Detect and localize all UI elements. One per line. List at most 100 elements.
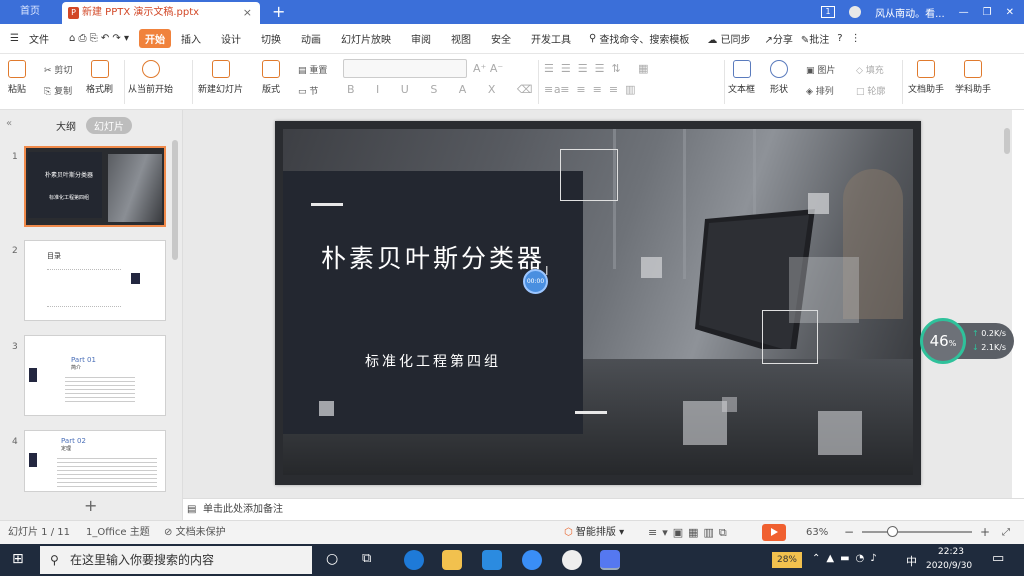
slide-thumbnail-4[interactable]: Part 02 定理: [24, 430, 166, 492]
new-tab-button[interactable]: +: [272, 0, 285, 24]
zoom-out-button[interactable]: −: [844, 521, 854, 544]
text-format-buttons[interactable]: B I U S A X ⌫ a: [347, 83, 570, 96]
menu-start[interactable]: 开始: [139, 29, 171, 48]
picture-button[interactable]: ▣ 图片: [806, 63, 835, 76]
menu-transition[interactable]: 切换: [251, 31, 291, 46]
thumb-subtitle: 定理: [61, 446, 72, 452]
paste-button[interactable]: 粘贴: [8, 60, 26, 95]
section-button[interactable]: ▭ 节: [298, 84, 318, 97]
fit-window-icon[interactable]: ⤢: [1002, 521, 1010, 544]
doc-assistant-button[interactable]: 文档助手: [908, 60, 944, 95]
reset-button[interactable]: ▤ 重置: [298, 63, 327, 76]
ime-indicator[interactable]: 中: [906, 553, 917, 569]
taskbar-search[interactable]: ⚲ 在这里输入你要搜索的内容: [40, 546, 312, 574]
upload-arrow-icon: ↑: [972, 329, 979, 338]
canvas-scrollbar[interactable]: [1004, 128, 1010, 154]
clock-date[interactable]: 2020/9/30: [926, 561, 972, 571]
download-speed: 2.1K/s: [981, 343, 1007, 352]
slide-count: 幻灯片 1 / 11: [8, 527, 70, 538]
smart-layout-button[interactable]: ⬡ 智能排版 ▾: [564, 521, 624, 544]
wps-icon[interactable]: [600, 550, 620, 570]
comment-button[interactable]: ✎批注: [797, 31, 833, 46]
cut-button[interactable]: ✂ 剪切: [44, 63, 72, 76]
window-layout-icon[interactable]: 1: [821, 6, 836, 18]
panel-scrollbar[interactable]: [172, 140, 178, 260]
menu-security[interactable]: 安全: [481, 31, 521, 46]
font-size-buttons[interactable]: A⁺ A⁻: [473, 62, 503, 75]
sync-button[interactable]: ☁ 已同步: [697, 31, 760, 46]
copy-button[interactable]: ⎘ 复制: [44, 84, 72, 97]
zoom-level[interactable]: 63%: [806, 521, 828, 544]
slide-thumbnail-1[interactable]: 朴素贝叶斯分类器 标准化工程第四组: [24, 146, 166, 227]
shape-button[interactable]: 形状: [770, 60, 788, 95]
font-family-select[interactable]: [343, 59, 467, 78]
layout-button[interactable]: 版式: [262, 60, 280, 95]
cortana-icon[interactable]: ○: [326, 551, 338, 567]
notification-icon[interactable]: ▭: [992, 551, 1004, 566]
arrange-button[interactable]: ◈ 排列: [806, 84, 834, 97]
menu-slideshow[interactable]: 幻灯片放映: [331, 31, 401, 46]
more-icon[interactable]: ⋮: [847, 33, 865, 44]
avatar[interactable]: [849, 6, 862, 18]
help-icon[interactable]: ?: [833, 33, 846, 44]
tab-document[interactable]: P 新建 PPTX 演示文稿.pptx ×: [62, 2, 260, 24]
search-icon: ⚲: [589, 33, 597, 44]
format-painter-button[interactable]: 格式刷: [86, 60, 113, 95]
add-slide-button[interactable]: +: [84, 496, 97, 515]
menu-animation[interactable]: 动画: [291, 31, 331, 46]
notes-area[interactable]: ▤ 单击此处添加备注: [183, 498, 1024, 520]
battery-widget[interactable]: 28%: [772, 552, 802, 568]
restore-icon[interactable]: ❐: [983, 7, 992, 18]
hamburger-icon[interactable]: ☰: [0, 33, 29, 44]
outline-button[interactable]: □ 轮廓: [856, 84, 885, 97]
fill-button[interactable]: ◇ 填充: [856, 63, 884, 76]
paragraph-buttons[interactable]: ☰☰☰☰⇅ ▦: [544, 62, 656, 75]
tab-home[interactable]: 首页: [0, 0, 60, 24]
network-speed-widget[interactable]: ↑ 0.2K/s ↓ 2.1K/s 46%: [920, 318, 1015, 364]
menu-file[interactable]: 文件: [29, 31, 59, 46]
windows-start-icon[interactable]: ⊞: [12, 551, 24, 567]
menu-design[interactable]: 设计: [211, 31, 251, 46]
align-buttons[interactable]: ≡≡≡≡≡▥: [544, 83, 642, 96]
task-view-icon[interactable]: ⧉: [362, 551, 371, 566]
close-tab-icon[interactable]: ×: [243, 2, 252, 24]
minimize-icon[interactable]: —: [959, 7, 969, 18]
menu-insert[interactable]: 插入: [171, 31, 211, 46]
textbox-button[interactable]: 文本框: [728, 60, 755, 95]
menu-view[interactable]: 视图: [441, 31, 481, 46]
zoom-slider[interactable]: [862, 531, 972, 533]
menu-review[interactable]: 审阅: [401, 31, 441, 46]
menu-developer[interactable]: 开发工具: [521, 31, 581, 46]
tab-outline[interactable]: 大纲: [56, 118, 76, 133]
study-assistant-button[interactable]: 学科助手: [955, 60, 991, 95]
app-icon-2[interactable]: [562, 550, 582, 570]
mail-icon[interactable]: [482, 550, 502, 570]
play-slideshow-button[interactable]: [762, 524, 786, 541]
slide-canvas[interactable]: 朴素贝叶斯分类器 标准化工程第四组 00:00 I: [275, 121, 921, 485]
slide-thumbnail-2[interactable]: 目录: [24, 240, 166, 321]
share-button[interactable]: ↗分享: [761, 31, 797, 46]
from-current-button[interactable]: 从当前开始: [128, 60, 173, 95]
slide-subtitle[interactable]: 标准化工程第四组: [283, 351, 583, 371]
tab-slides[interactable]: 幻灯片: [86, 117, 132, 134]
thumb-title: 目录: [47, 252, 61, 260]
quick-access-icons[interactable]: ⌂ ⎙ ⎘ ↶ ↷ ▾: [59, 33, 139, 44]
app-icon[interactable]: [522, 550, 542, 570]
user-name[interactable]: 风从南动。看...: [875, 5, 945, 20]
close-window-icon[interactable]: ✕: [1006, 7, 1014, 18]
study-icon: [964, 60, 982, 78]
zoom-in-button[interactable]: +: [980, 521, 990, 544]
command-search[interactable]: ⚲ 查找命令、搜索模板: [581, 31, 697, 46]
file-explorer-icon[interactable]: [442, 550, 462, 570]
clock-time[interactable]: 22:23: [938, 547, 964, 557]
protection-status[interactable]: ⊘ 文档未保护: [164, 521, 226, 544]
zoom-slider-handle[interactable]: [887, 526, 898, 537]
slide-thumbnail-3[interactable]: Part 01 简介: [24, 335, 166, 416]
title-panel: 朴素贝叶斯分类器 标准化工程第四组 00:00: [283, 171, 583, 434]
view-mode-buttons[interactable]: ≡▾▣▦▥⧉: [648, 521, 732, 544]
accent-dash: [311, 203, 343, 206]
tray-icons[interactable]: ⌃▲▬◔♪: [812, 553, 883, 564]
collapse-panel-icon[interactable]: «: [6, 118, 12, 129]
new-slide-button[interactable]: 新建幻灯片: [198, 60, 243, 95]
edge-icon[interactable]: [404, 550, 424, 570]
